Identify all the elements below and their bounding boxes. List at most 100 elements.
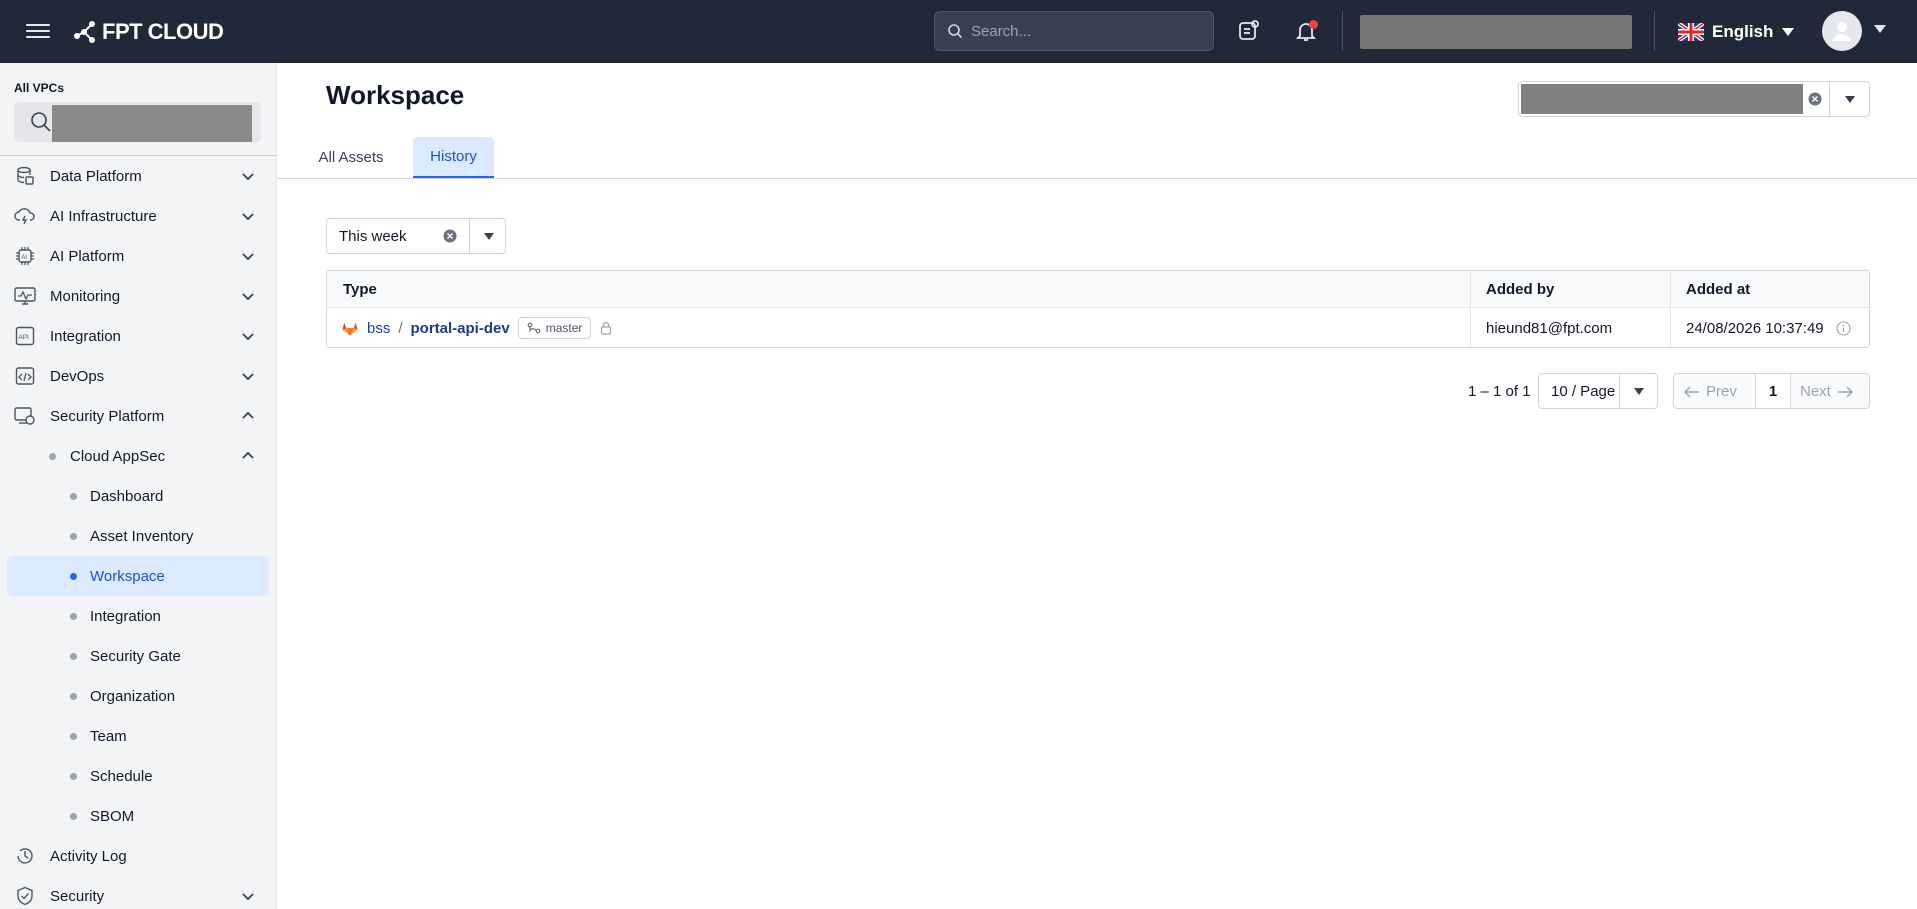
sidebar-item-label: Security Gate bbox=[90, 647, 181, 665]
select-divider bbox=[469, 219, 470, 253]
page-title: Workspace bbox=[326, 80, 465, 110]
sidebar-item-security-platform[interactable]: Security Platform bbox=[0, 396, 277, 436]
main-content: Workspace All Assets History This week T… bbox=[278, 63, 1917, 909]
uk-flag-icon bbox=[1678, 23, 1704, 41]
page-size-select[interactable]: 10 / Page bbox=[1538, 373, 1658, 409]
caret-down-icon[interactable] bbox=[483, 232, 495, 241]
sidebar-item-ai-infrastructure[interactable]: AI Infrastructure bbox=[0, 196, 277, 236]
tab-all-assets[interactable]: All Assets bbox=[306, 137, 396, 178]
sidebar-item-devops[interactable]: DevOps bbox=[0, 356, 277, 396]
hamburger-menu-icon[interactable] bbox=[26, 20, 50, 42]
sidebar-item-label: Activity Log bbox=[50, 847, 127, 865]
notification-badge bbox=[1309, 20, 1318, 29]
header-divider bbox=[1342, 11, 1343, 51]
sidebar-item-sbom[interactable]: SBOM bbox=[0, 796, 277, 836]
next-page-button[interactable]: Next bbox=[1800, 383, 1853, 400]
chevron-up-icon bbox=[242, 411, 254, 419]
code-window-icon bbox=[14, 365, 36, 387]
sidebar-item-asset-inventory[interactable]: Asset Inventory bbox=[0, 516, 277, 556]
redacted-account-selector[interactable] bbox=[1360, 15, 1632, 49]
table-header: Type Added by Added at bbox=[327, 271, 1869, 308]
sidebar-item-team[interactable]: Team bbox=[0, 716, 277, 756]
bullet-dot bbox=[70, 693, 77, 700]
language-selector[interactable]: English bbox=[1678, 18, 1795, 46]
security-monitor-icon bbox=[14, 405, 36, 427]
sidebar-item-label: AI Infrastructure bbox=[50, 207, 157, 225]
page-number-button[interactable]: 1 bbox=[1756, 374, 1790, 408]
repository-name-link[interactable]: portal-api-dev bbox=[411, 320, 510, 337]
svg-text:AI: AI bbox=[21, 255, 27, 261]
chevron-down-icon bbox=[242, 173, 254, 181]
clear-icon[interactable] bbox=[1808, 92, 1822, 106]
workspace-select[interactable] bbox=[1518, 81, 1870, 117]
sidebar-item-label: Organization bbox=[90, 687, 176, 705]
user-menu-caret-icon[interactable] bbox=[1873, 24, 1887, 34]
global-search[interactable] bbox=[934, 11, 1214, 51]
search-icon bbox=[31, 112, 51, 132]
vpc-label: All VPCs bbox=[14, 81, 65, 95]
sidebar-item-label: Integration bbox=[90, 607, 161, 625]
bullet-dot bbox=[49, 453, 56, 460]
sidebar-item-ai-platform[interactable]: AI AI Platform bbox=[0, 236, 277, 276]
announcement-icon[interactable] bbox=[1234, 16, 1264, 46]
caret-down-icon[interactable] bbox=[1844, 95, 1856, 104]
column-header-type: Type bbox=[343, 281, 377, 298]
sidebar-item-activity-log[interactable]: Activity Log bbox=[0, 836, 277, 876]
sidebar-item-data-platform[interactable]: Data Platform bbox=[0, 156, 277, 196]
bullet-dot bbox=[70, 773, 77, 780]
monitor-chart-icon bbox=[14, 285, 36, 307]
prev-page-button[interactable]: Prev bbox=[1684, 383, 1737, 400]
info-icon[interactable] bbox=[1836, 321, 1851, 336]
clear-icon[interactable] bbox=[443, 229, 457, 243]
column-header-added-by: Added by bbox=[1486, 281, 1555, 298]
shield-check-icon bbox=[14, 885, 36, 907]
sidebar-item-integration-sub[interactable]: Integration bbox=[0, 596, 277, 636]
path-separator: / bbox=[398, 319, 403, 337]
user-avatar[interactable] bbox=[1822, 11, 1862, 51]
chevron-down-icon bbox=[242, 253, 254, 261]
tab-bar: All Assets History bbox=[278, 137, 1917, 179]
header-divider bbox=[1654, 11, 1655, 51]
sidebar-item-label: Security Platform bbox=[50, 407, 165, 425]
brand-logo[interactable]: FPT CLOUD bbox=[70, 16, 224, 48]
sidebar-item-label: Schedule bbox=[90, 767, 153, 785]
bullet-dot bbox=[70, 733, 77, 740]
search-input[interactable] bbox=[971, 22, 1191, 40]
sidebar-item-dashboard[interactable]: Dashboard bbox=[0, 476, 277, 516]
language-label: English bbox=[1712, 22, 1774, 41]
chevron-down-icon bbox=[242, 333, 254, 341]
git-branch-icon bbox=[527, 322, 541, 334]
select-divider bbox=[1829, 82, 1830, 116]
sidebar-item-label: AI Platform bbox=[50, 247, 125, 265]
table-row: bss / portal-api-dev master hieund81@fpt… bbox=[327, 308, 1869, 347]
repository-namespace-link[interactable]: bss bbox=[367, 320, 390, 337]
database-icon bbox=[14, 165, 36, 187]
date-range-value: This week bbox=[339, 228, 407, 245]
column-header-added-at: Added at bbox=[1686, 281, 1751, 298]
vpc-search-input[interactable] bbox=[14, 102, 261, 142]
sidebar-item-workspace[interactable]: Workspace bbox=[7, 556, 269, 596]
notification-bell-icon[interactable] bbox=[1291, 16, 1321, 46]
sidebar-item-monitoring[interactable]: Monitoring bbox=[0, 276, 277, 316]
sidebar-item-label: Monitoring bbox=[50, 287, 121, 305]
added-by-cell: hieund81@fpt.com bbox=[1486, 320, 1613, 337]
search-icon bbox=[948, 24, 963, 39]
sidebar-item-schedule[interactable]: Schedule bbox=[0, 756, 277, 796]
date-range-filter[interactable]: This week bbox=[326, 218, 506, 254]
sidebar-item-organization[interactable]: Organization bbox=[0, 676, 277, 716]
select-divider bbox=[1619, 374, 1620, 408]
pagination-divider bbox=[1790, 374, 1791, 408]
next-label: Next bbox=[1800, 383, 1831, 400]
caret-down-icon[interactable] bbox=[1633, 387, 1645, 396]
sidebar-item-security[interactable]: Security bbox=[0, 876, 277, 909]
sidebar-item-label: Integration bbox=[50, 327, 121, 345]
sidebar-item-cloud-appsec[interactable]: Cloud AppSec bbox=[0, 436, 277, 476]
sidebar-item-label: Team bbox=[90, 727, 127, 745]
branch-name: master bbox=[545, 321, 583, 335]
repository-cell: bss / portal-api-dev master bbox=[341, 317, 613, 339]
sidebar-item-integration[interactable]: API Integration bbox=[0, 316, 277, 356]
sidebar-item-security-gate[interactable]: Security Gate bbox=[0, 636, 277, 676]
sidebar-item-label: Dashboard bbox=[90, 487, 164, 505]
tab-history[interactable]: History bbox=[413, 137, 494, 178]
sidebar-item-label: Workspace bbox=[90, 567, 165, 585]
